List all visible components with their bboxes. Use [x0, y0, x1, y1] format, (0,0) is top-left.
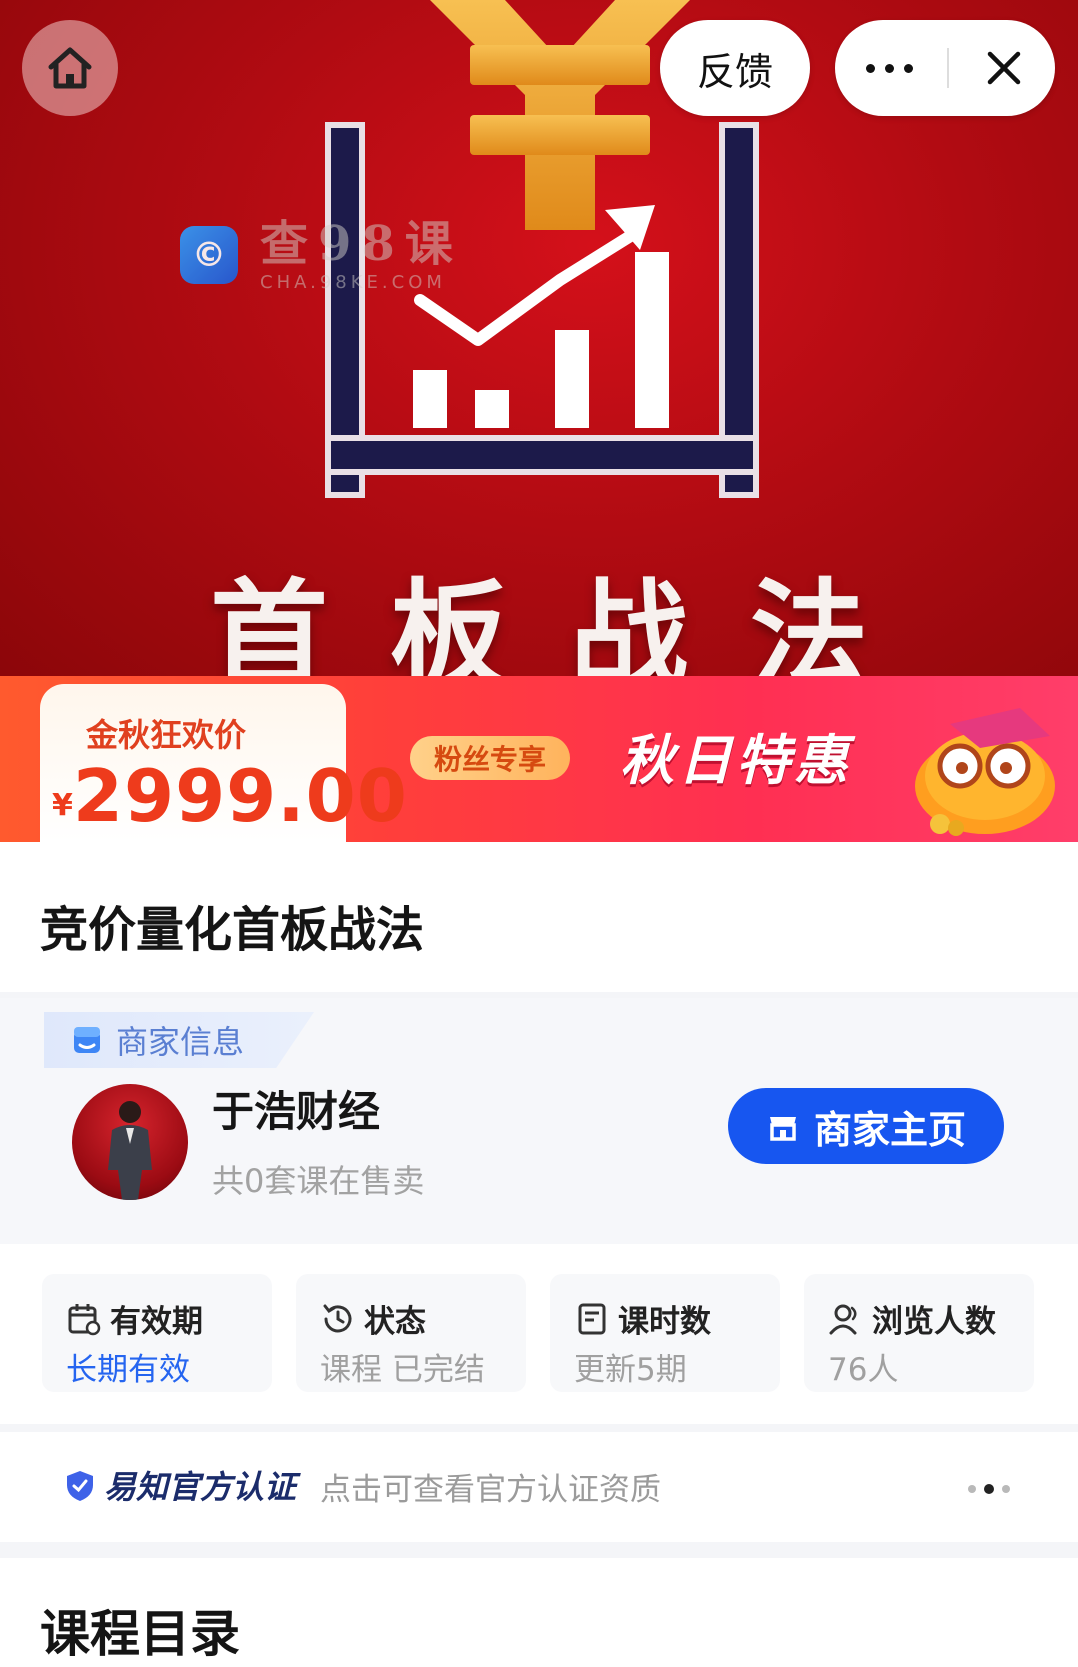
feedback-button[interactable]: 反馈	[660, 20, 810, 116]
stat-validity-value: 长期有效	[66, 1352, 190, 1388]
stat-status-label: 状态	[364, 1304, 426, 1340]
price-label: 金秋狂欢价	[86, 716, 247, 754]
stat-views-label: 浏览人数	[872, 1304, 996, 1340]
yen-symbol-graphic	[430, 0, 690, 230]
course-stats: 有效期 长期有效 状态 课程 已完结 课时数 更新5期 浏览人数 76人	[0, 1244, 1078, 1424]
pager-dot	[1002, 1485, 1010, 1493]
currency-symbol: ¥	[52, 788, 73, 823]
capsule-menu	[835, 20, 1055, 116]
stat-lessons-value: 更新5期	[574, 1352, 687, 1388]
avatar-person-icon	[108, 1101, 152, 1200]
merchant-course-count: 共0套课在售卖	[212, 1162, 425, 1200]
stat-lessons-label: 课时数	[618, 1304, 711, 1340]
stat-status: 状态 课程 已完结	[296, 1274, 526, 1392]
fans-exclusive-tag: 粉丝专享	[410, 736, 570, 780]
official-certification-row[interactable]: 易知官方认证 点击可查看官方认证资质	[0, 1432, 1078, 1542]
watermark-domain: CHA.98KE.COM	[260, 272, 446, 293]
stat-validity: 有效期 长期有效	[42, 1274, 272, 1392]
calendar-icon	[68, 1303, 101, 1335]
capsule-divider	[947, 48, 950, 88]
autumn-sale-text: 秋日特惠	[620, 729, 852, 792]
certification-text: 点击可查看官方认证资质	[320, 1472, 661, 1508]
shield-check-icon	[67, 1471, 93, 1501]
merchant-avatar[interactable]	[72, 1084, 188, 1200]
stat-views: 浏览人数 76人	[804, 1274, 1034, 1392]
watermark: © 查98课 CHA.98KE.COM	[180, 216, 463, 293]
merchant-info-label: 商家信息	[116, 1023, 245, 1061]
document-icon	[578, 1303, 606, 1334]
close-icon[interactable]	[984, 48, 1024, 88]
merchant-section: 商家信息 于浩财经 共0套课在售卖 商家主页	[0, 998, 1078, 1244]
merchant-homepage-label: 商家主页	[813, 1107, 966, 1152]
course-title: 竞价量化首板战法	[40, 902, 425, 958]
stat-lessons: 课时数 更新5期	[550, 1274, 780, 1392]
merchant-homepage-button[interactable]: 商家主页	[728, 1088, 1004, 1164]
price-card: 金秋狂欢价 ¥2999.00	[40, 684, 407, 842]
clock-icon	[323, 1304, 352, 1332]
catalog-title: 课程目录	[40, 1605, 240, 1663]
stat-views-value: 76人	[828, 1352, 899, 1388]
home-button[interactable]	[22, 20, 118, 116]
store-icon	[769, 1117, 796, 1141]
course-title-card: 竞价量化首板战法	[0, 842, 1078, 992]
course-catalog-section: 课程目录	[0, 1558, 1078, 1667]
stat-validity-label: 有效期	[110, 1304, 203, 1340]
price: ¥2999.00	[52, 754, 408, 838]
watermark-name: 查98课	[260, 216, 463, 272]
user-icon	[829, 1304, 857, 1334]
price-value: 2999.00	[72, 754, 408, 838]
pager-dot-active	[984, 1484, 994, 1494]
pager-dot	[968, 1485, 976, 1493]
promo-banner: 金秋狂欢价 ¥2999.00 粉丝专享 秋日特惠	[0, 676, 1078, 842]
home-icon	[48, 47, 92, 89]
stat-status-value: 课程 已完结	[320, 1352, 485, 1388]
watermark-logo-icon: ©	[180, 225, 238, 284]
certification-brand: 易知官方认证	[104, 1468, 297, 1506]
shop-info-icon	[74, 1027, 100, 1053]
owl-mascot-icon	[915, 708, 1055, 836]
pager-dots	[968, 1484, 1010, 1494]
more-icon[interactable]	[866, 63, 914, 73]
merchant-name: 于浩财经	[212, 1087, 381, 1136]
merchant-info-tag: 商家信息	[44, 1012, 314, 1068]
